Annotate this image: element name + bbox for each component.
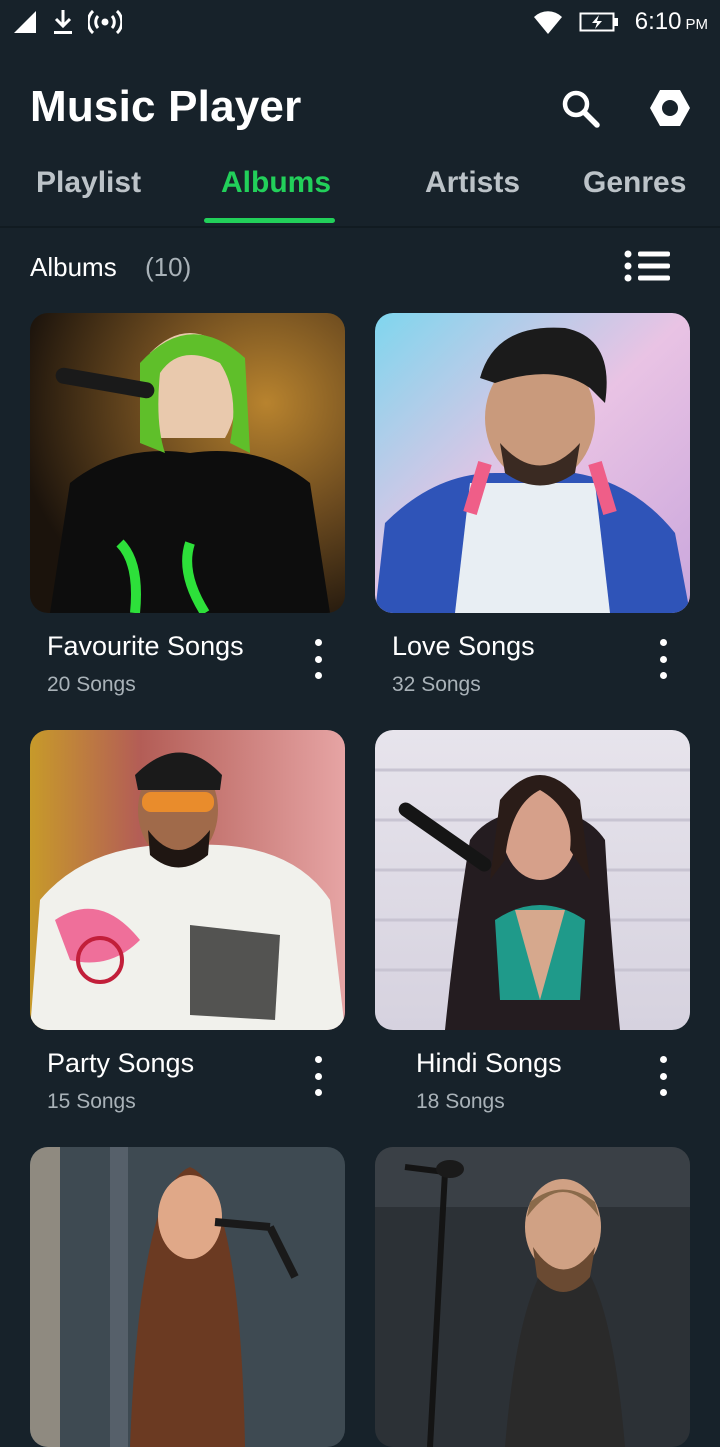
signal-icon (14, 11, 36, 33)
app-title: Music Player (30, 82, 302, 131)
album-title: Favourite Songs (47, 631, 244, 661)
tab-playlist[interactable]: Playlist (36, 166, 141, 200)
album-song-count: 15 Songs (47, 1090, 136, 1113)
download-icon (54, 10, 72, 34)
section-title: Albums (30, 252, 117, 282)
wifi-icon (533, 11, 562, 34)
battery-charging-icon (579, 12, 618, 32)
list-view-icon (624, 250, 670, 282)
tab-artists[interactable]: Artists (425, 166, 520, 200)
album-song-count: 20 Songs (47, 673, 136, 696)
album-card[interactable]: Love Songs 32 Songs (375, 313, 690, 696)
album-title: Love Songs (392, 631, 535, 661)
search-icon (562, 90, 600, 128)
album-card[interactable] (30, 1147, 345, 1447)
search-button[interactable] (558, 86, 602, 130)
album-card[interactable]: Hindi Songs 18 Songs (375, 730, 690, 1113)
album-song-count: 32 Songs (392, 673, 481, 696)
more-options-button[interactable] (651, 1056, 675, 1096)
list-view-button[interactable] (622, 248, 672, 284)
tabs-divider (0, 226, 720, 228)
more-options-button[interactable] (306, 1056, 330, 1096)
tab-albums[interactable]: Albums (221, 166, 331, 200)
tab-bar: Playlist Albums Artists Genres (0, 156, 720, 224)
album-count: (10) (145, 252, 192, 282)
more-options-button[interactable] (651, 639, 675, 679)
album-cover[interactable] (375, 730, 690, 1030)
album-title: Hindi Songs (416, 1048, 562, 1078)
album-card[interactable]: Favourite Songs 20 Songs (30, 313, 345, 696)
album-card[interactable]: Party Songs 15 Songs (30, 730, 345, 1113)
album-card[interactable] (375, 1147, 690, 1447)
album-cover[interactable] (375, 313, 690, 613)
album-cover[interactable] (30, 1147, 345, 1447)
more-options-button[interactable] (306, 639, 330, 679)
album-song-count: 18 Songs (416, 1090, 505, 1113)
status-time: 6:10 PM (634, 8, 708, 35)
hotspot-icon (88, 9, 122, 35)
settings-icon (650, 90, 690, 126)
album-title: Party Songs (47, 1048, 195, 1078)
album-cover[interactable] (30, 313, 345, 613)
album-cover[interactable] (30, 730, 345, 1030)
settings-button[interactable] (648, 86, 692, 130)
tab-genres[interactable]: Genres (583, 166, 686, 200)
active-tab-indicator (204, 218, 335, 223)
status-bar: 6:10 PM (0, 0, 720, 48)
album-cover[interactable] (375, 1147, 690, 1447)
